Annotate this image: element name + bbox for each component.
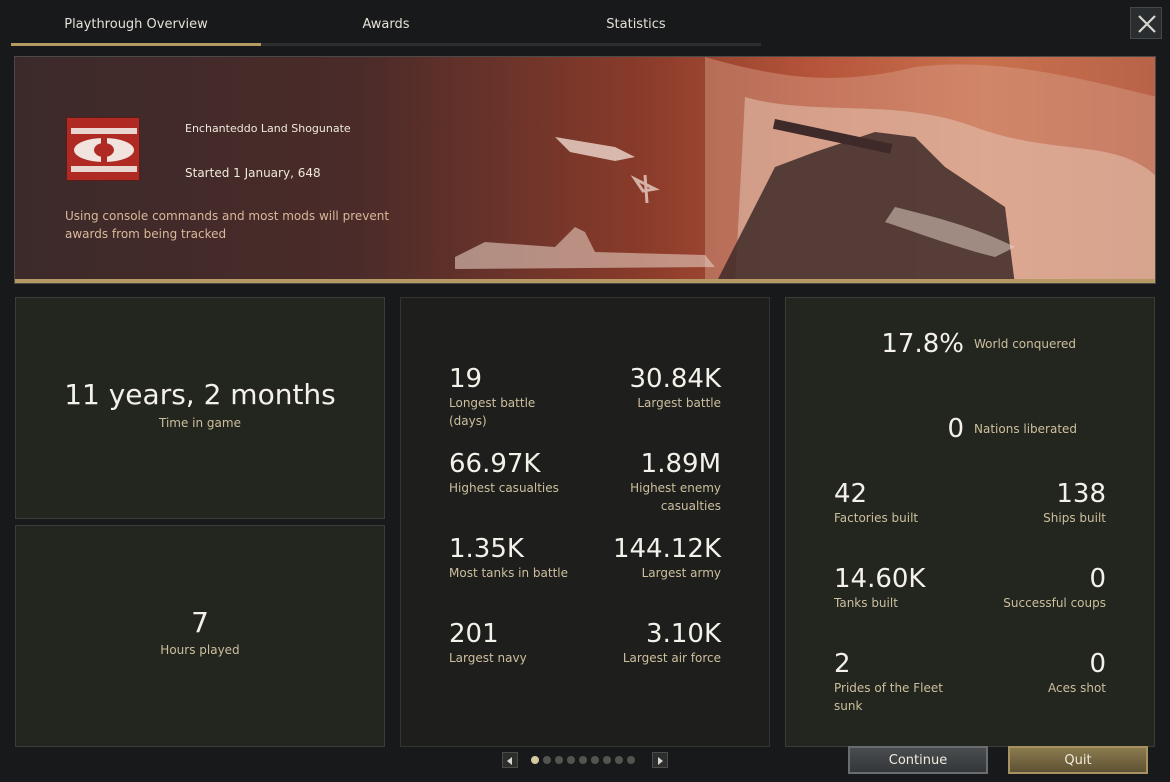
continue-button[interactable]: Continue bbox=[848, 746, 988, 774]
hours-played-panel: 7 Hours played bbox=[15, 525, 385, 747]
arrow-right-icon bbox=[658, 757, 663, 765]
stat-value: 42 bbox=[834, 479, 868, 509]
hours-played-value: 7 bbox=[191, 606, 209, 639]
tab-label: Awards bbox=[362, 17, 410, 32]
stat-value: 2 bbox=[834, 649, 851, 679]
time-in-game-value: 11 years, 2 months bbox=[64, 378, 336, 411]
page-dot[interactable] bbox=[615, 756, 623, 764]
start-date: Started 1 January, 648 bbox=[185, 166, 321, 180]
stat-value: 0 bbox=[1089, 564, 1106, 594]
stat-label: Largest battle bbox=[637, 396, 721, 410]
stat-value: 1.89M bbox=[640, 449, 721, 479]
tab-statistics[interactable]: Statistics bbox=[511, 6, 761, 46]
tab-label: Playthrough Overview bbox=[64, 17, 208, 32]
nation-flag bbox=[66, 117, 140, 181]
stat-label: Successful coups bbox=[1003, 596, 1106, 610]
stat-label: Highest enemy casualties bbox=[630, 481, 721, 513]
stat-label: Ships built bbox=[1043, 511, 1106, 525]
close-icon bbox=[1138, 15, 1156, 33]
page-dot[interactable] bbox=[627, 756, 635, 764]
tab-underline bbox=[11, 43, 261, 46]
stat-value: 14.60K bbox=[834, 564, 926, 594]
prev-page-button[interactable] bbox=[502, 752, 518, 768]
tab-underline bbox=[511, 43, 761, 46]
tab-awards[interactable]: Awards bbox=[261, 6, 511, 46]
page-dot[interactable] bbox=[543, 756, 551, 764]
stat-value: 0 bbox=[1089, 649, 1106, 679]
nations-liberated-label: Nations liberated bbox=[974, 422, 1078, 436]
world-conquered-label: World conquered bbox=[974, 337, 1077, 351]
page-dot[interactable] bbox=[555, 756, 563, 764]
page-dot[interactable] bbox=[567, 756, 575, 764]
quit-button[interactable]: Quit bbox=[1008, 746, 1148, 774]
game-over-window: Playthrough Overview Awards Statistics E… bbox=[0, 0, 1170, 782]
stat-value: 19 bbox=[449, 364, 483, 394]
page-dot[interactable] bbox=[591, 756, 599, 764]
stat-value: 144.12K bbox=[612, 534, 721, 564]
nations-liberated-value: 0 bbox=[947, 414, 964, 444]
stat-label: Aces shot bbox=[1048, 681, 1106, 695]
stat-value: 30.84K bbox=[629, 364, 721, 394]
banner-gold-rule bbox=[15, 279, 1155, 283]
time-in-game-label: Time in game bbox=[159, 416, 241, 430]
flag-emblem-icon bbox=[67, 118, 139, 180]
nation-name: Enchanteddo Land Shogunate bbox=[185, 122, 351, 135]
world-stats-panel: 17.8% World conquered 0 Nations liberate… bbox=[785, 297, 1155, 747]
battle-stats-panel: 19 Longest battle (days) 30.84K Largest … bbox=[400, 297, 770, 747]
page-dot[interactable] bbox=[579, 756, 587, 764]
overview-banner: Enchanteddo Land Shogunate Started 1 Jan… bbox=[14, 56, 1156, 284]
stat-label: Prides of the Fleet sunk bbox=[834, 681, 943, 713]
hours-played-label: Hours played bbox=[160, 643, 240, 657]
stat-label: Largest air force bbox=[622, 651, 721, 665]
next-page-button[interactable] bbox=[652, 752, 668, 768]
tab-label: Statistics bbox=[606, 17, 666, 32]
stat-value: 201 bbox=[449, 619, 499, 649]
stat-label: Highest casualties bbox=[449, 481, 559, 495]
stat-label: Largest army bbox=[641, 566, 721, 580]
stat-value: 66.97K bbox=[449, 449, 541, 479]
page-dot[interactable] bbox=[531, 756, 539, 764]
close-button[interactable] bbox=[1130, 7, 1162, 39]
arrow-left-icon bbox=[507, 757, 512, 765]
mods-warning: Using console commands and most mods wil… bbox=[65, 209, 390, 241]
page-dot[interactable] bbox=[603, 756, 611, 764]
world-conquered-value: 17.8% bbox=[881, 329, 964, 359]
stat-value: 1.35K bbox=[449, 534, 524, 564]
stat-value: 3.10K bbox=[646, 619, 721, 649]
stat-label: Longest battle (days) bbox=[449, 396, 536, 428]
tab-underline bbox=[261, 43, 511, 46]
stat-value: 138 bbox=[1056, 479, 1106, 509]
time-in-game-panel: 11 years, 2 months Time in game bbox=[15, 297, 385, 519]
tab-playthrough-overview[interactable]: Playthrough Overview bbox=[11, 6, 261, 46]
